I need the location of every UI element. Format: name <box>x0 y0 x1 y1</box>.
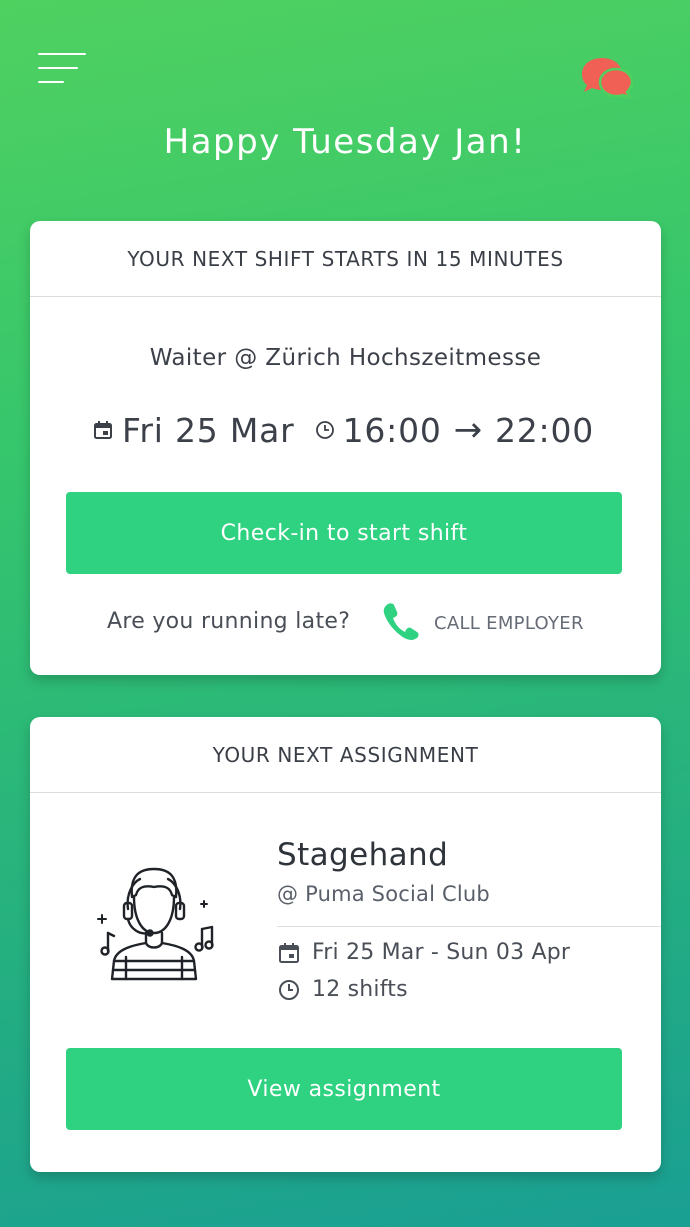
phone-icon <box>382 601 420 645</box>
shift-start-time: 16:00 <box>342 410 442 450</box>
clock-icon <box>277 978 303 1002</box>
next-assignment-heading: YOUR NEXT ASSIGNMENT <box>30 717 661 793</box>
assignment-shifts-row: 12 shifts <box>277 977 408 1002</box>
assignment-venue: @ Puma Social Club <box>277 882 490 906</box>
assignment-role: Stagehand <box>277 837 449 873</box>
shift-time-row: Fri 25 Mar 16:00 → 22:00 <box>92 407 594 453</box>
checkin-button[interactable]: Check-in to start shift <box>66 492 622 574</box>
shift-title: Waiter @ Zürich Hochszeitmesse <box>149 345 542 371</box>
running-late-row: Are you running late? CALL EMPLOYER <box>30 601 661 645</box>
next-shift-card: YOUR NEXT SHIFT STARTS IN 15 MINUTES Wai… <box>30 221 661 675</box>
view-assignment-button[interactable]: View assignment <box>66 1048 622 1130</box>
arrow-right-icon: → <box>453 410 483 450</box>
assignment-dates-row: Fri 25 Mar - Sun 03 Apr <box>277 940 570 965</box>
next-assignment-card: YOUR NEXT ASSIGNMENT Stagehand @ Puma So… <box>30 717 661 1172</box>
calendar-icon <box>92 419 114 441</box>
divider <box>277 926 661 927</box>
assignment-dates: Fri 25 Mar - Sun 03 Apr <box>312 940 571 965</box>
shift-date: Fri 25 Mar <box>122 410 295 450</box>
hamburger-menu-icon[interactable] <box>38 53 86 87</box>
call-employer-label: CALL EMPLOYER <box>434 612 584 634</box>
chat-bubbles-icon[interactable] <box>578 52 636 100</box>
clock-icon <box>315 420 335 440</box>
call-employer-button[interactable]: CALL EMPLOYER <box>382 601 584 645</box>
shift-end-time: 22:00 <box>494 410 595 450</box>
running-late-text: Are you running late? <box>107 609 351 634</box>
stagehand-illustration-icon <box>90 857 220 982</box>
next-shift-heading: YOUR NEXT SHIFT STARTS IN 15 MINUTES <box>30 221 661 297</box>
assignment-shift-count: 12 shifts <box>312 977 408 1002</box>
top-bar <box>0 0 690 120</box>
greeting-title: Happy Tuesday Jan! <box>163 122 527 162</box>
calendar-icon <box>277 941 303 965</box>
